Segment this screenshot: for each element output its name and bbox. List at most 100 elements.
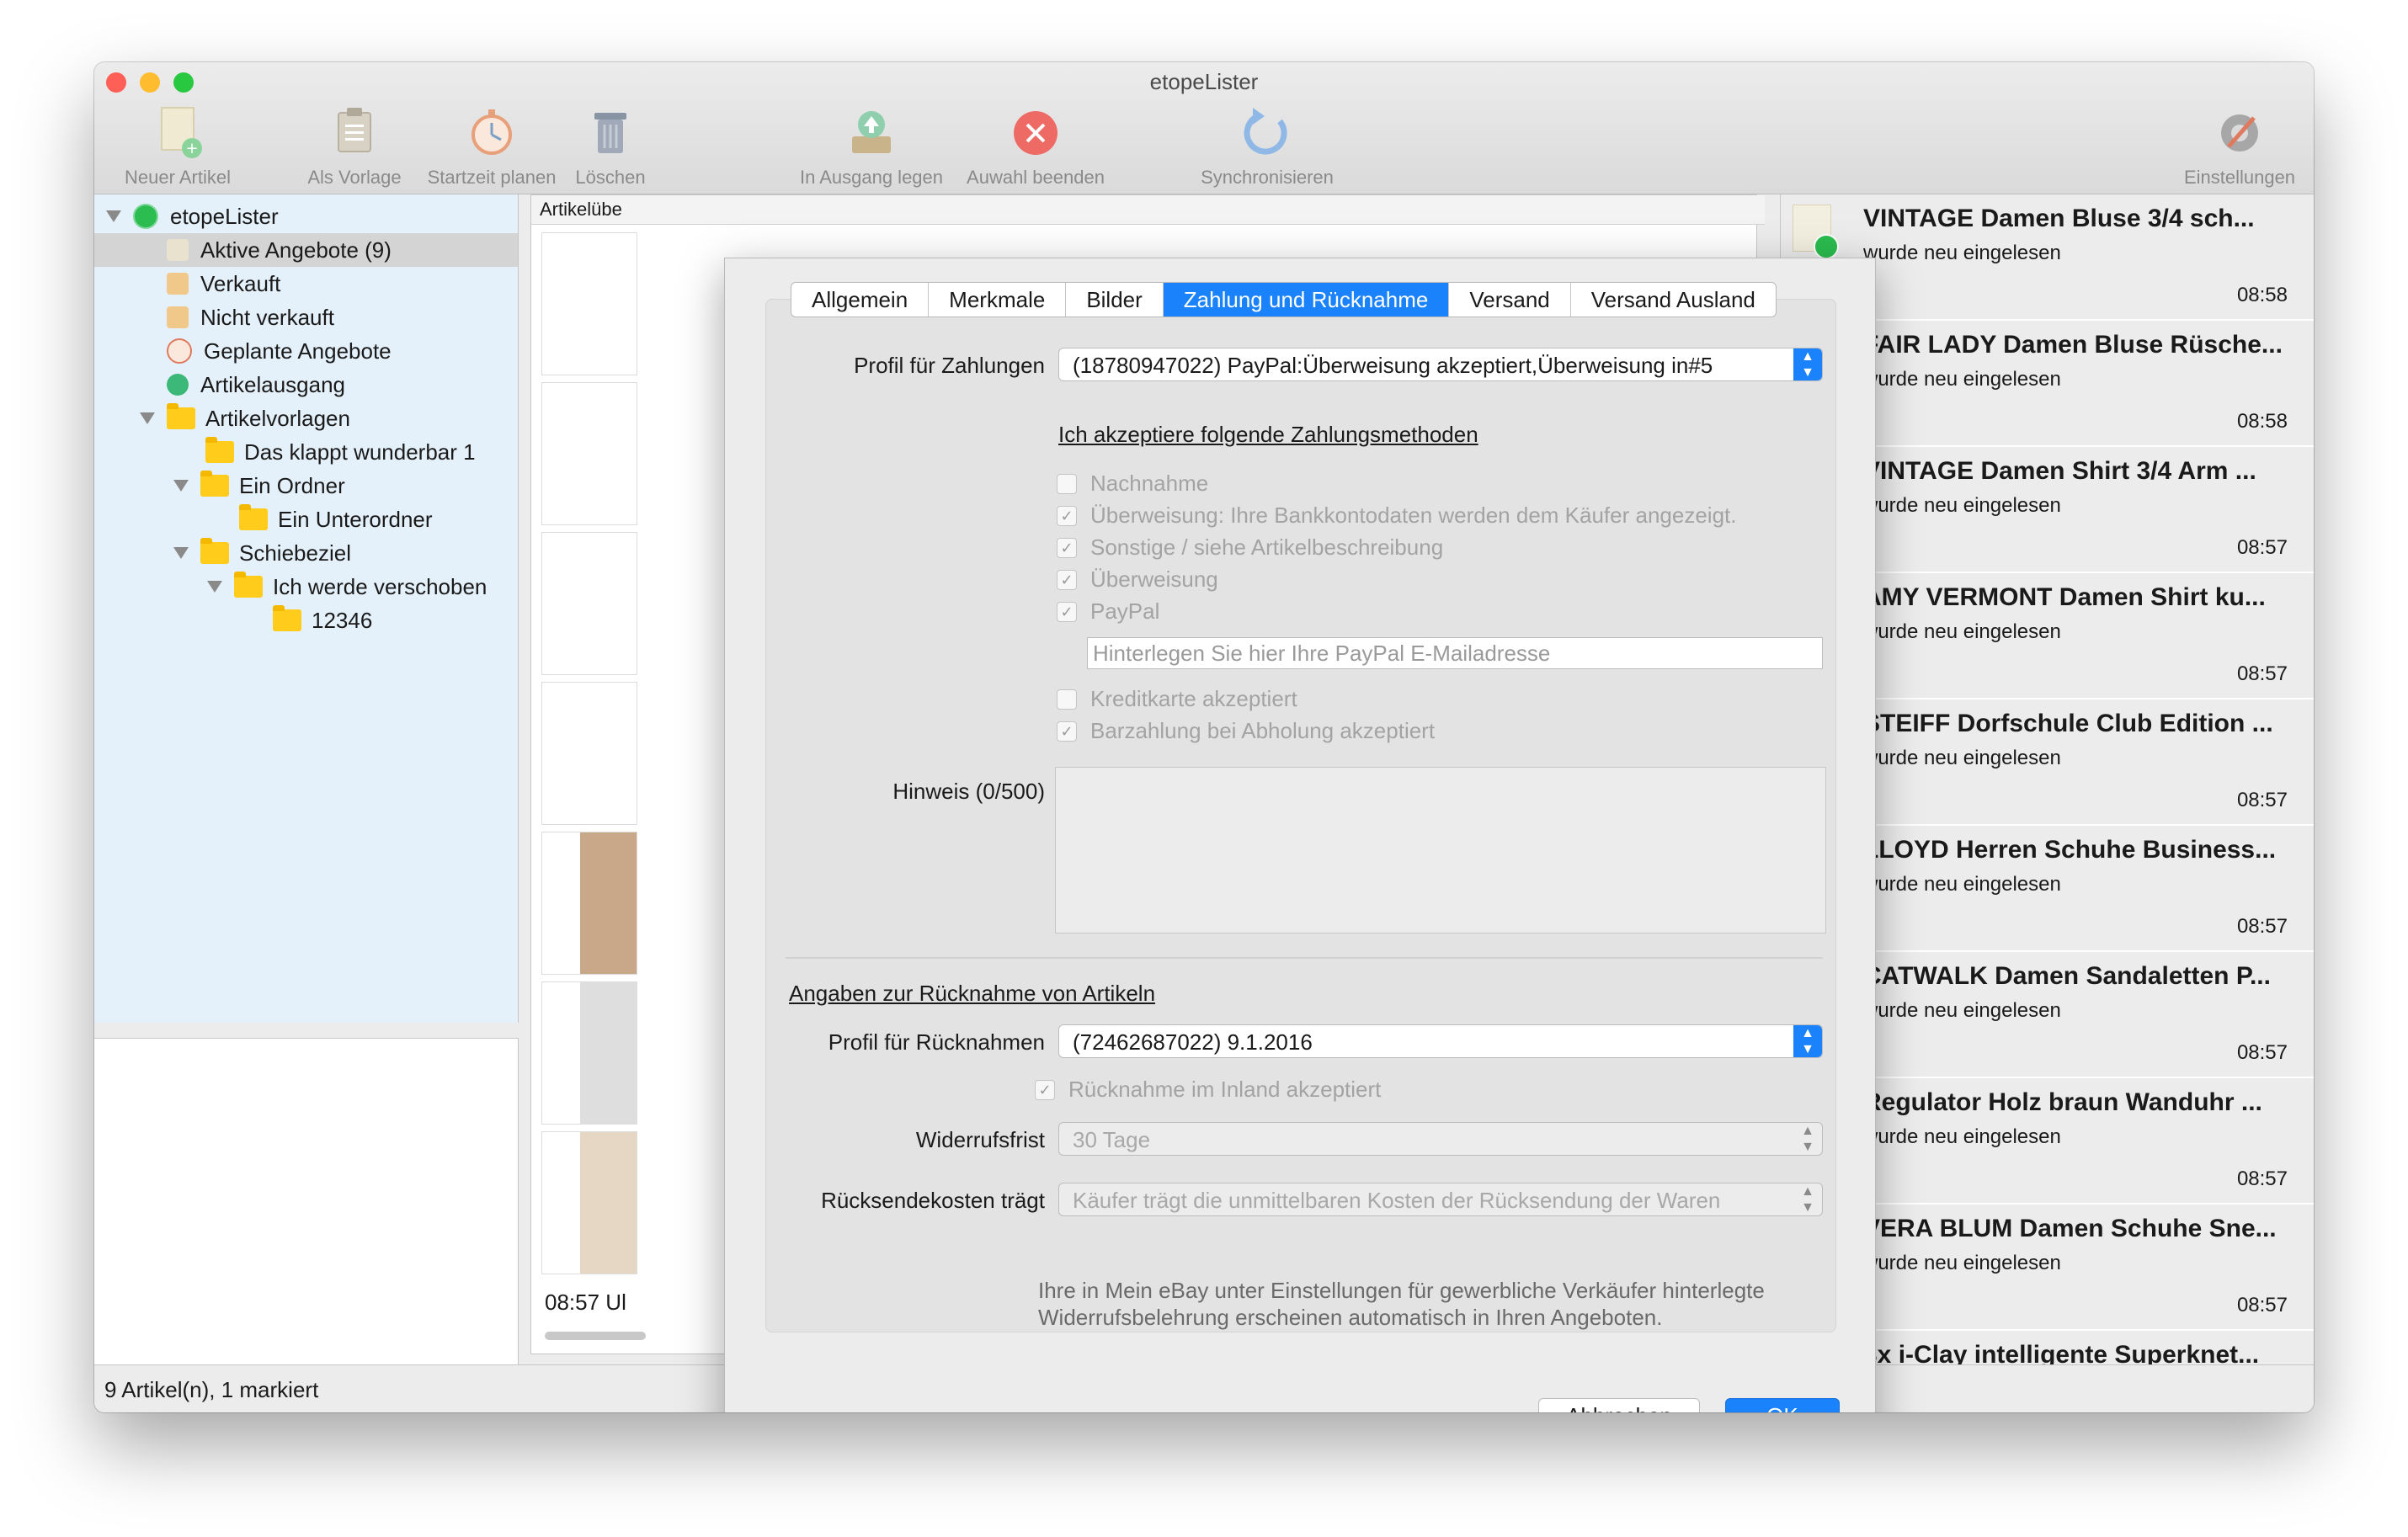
svg-text:+: + — [185, 140, 198, 157]
item-thumbnail[interactable] — [541, 832, 637, 975]
sidebar-item-root[interactable]: etopeLister — [106, 199, 279, 233]
new-item-button[interactable]: + Neuer Artikel — [106, 104, 249, 189]
return-cost-select[interactable]: Käufer trägt die unmittelbaren Kosten de… — [1058, 1183, 1823, 1216]
method-paypal[interactable]: ✓ PayPal — [1057, 598, 1159, 625]
delete-button[interactable]: Löschen — [564, 104, 657, 189]
method-cash-on-delivery[interactable]: Nachnahme — [1057, 471, 1208, 497]
schedule-button[interactable]: Startzeit planen — [418, 104, 566, 189]
sidebar-item-templates[interactable]: Artikelvorlagen — [140, 402, 350, 435]
sidebar-item-label: Das klappt wunderbar 1 — [244, 439, 476, 465]
cancel-circle-icon — [1008, 104, 1063, 163]
checkbox[interactable] — [1057, 689, 1077, 710]
withdrawal-select[interactable]: 30 Tage ▲ ▼ — [1058, 1122, 1823, 1156]
sidebar-item-folder[interactable]: Schiebeziel — [173, 536, 351, 570]
sidebar-item-folder[interactable]: 12346 — [273, 604, 372, 637]
withdrawal-value: 30 Tage — [1073, 1127, 1151, 1152]
payment-profile-select[interactable]: (18780947022) PayPal:Überweisung akzepti… — [1058, 348, 1823, 381]
tab-payment-returns[interactable]: Zahlung und Rücknahme — [1163, 283, 1450, 316]
feed-item-title: FAIR LADY Damen Bluse Rüsche... — [1863, 331, 2283, 359]
method-other[interactable]: ✓ Sonstige / siehe Artikelbeschreibung — [1057, 534, 1443, 561]
sidebar-item-scheduled[interactable]: Geplante Angebote — [167, 334, 392, 368]
tab-attributes[interactable]: Merkmale — [929, 283, 1067, 316]
sidebar-item-folder[interactable]: Ein Ordner — [173, 469, 345, 503]
toolbar: etopeLister + Neuer Artikel Als Vorlage … — [94, 62, 2314, 194]
disclosure-triangle-icon[interactable] — [140, 412, 155, 424]
checkbox-checked[interactable]: ✓ — [1057, 569, 1077, 590]
as-template-button[interactable]: Als Vorlage — [300, 104, 409, 189]
settings-button[interactable]: Einstellungen — [2174, 104, 2305, 189]
new-document-icon: + — [150, 104, 205, 163]
section-divider — [786, 957, 1823, 959]
tab-shipping[interactable]: Versand — [1449, 283, 1571, 316]
sidebar-item-folder[interactable]: Das klappt wunderbar 1 — [205, 435, 476, 469]
folder-icon — [167, 403, 195, 429]
sync-button[interactable]: Synchronisieren — [1179, 104, 1356, 189]
end-selection-button[interactable]: Auwahl beenden — [958, 104, 1113, 189]
sidebar-item-folder[interactable]: Ein Unterordner — [239, 503, 433, 536]
checkbox-checked[interactable]: ✓ — [1057, 601, 1077, 622]
clipboard-icon — [327, 104, 382, 163]
tab-shipping-abroad[interactable]: Versand Ausland — [1571, 283, 1776, 316]
item-thumbnail[interactable] — [541, 1131, 637, 1274]
item-thumbnail[interactable] — [541, 232, 637, 375]
horizontal-scrollbar[interactable] — [545, 1332, 646, 1340]
return-profile-select[interactable]: (72462687022) 9.1.2016 ▲ ▼ — [1058, 1024, 1823, 1058]
return-profile-value: (72462687022) 9.1.2016 — [1073, 1029, 1313, 1055]
paypal-email-input[interactable]: Hinterlegen Sie hier Ihre PayPal E-Maila… — [1087, 637, 1823, 669]
feed-item-title: VINTAGE Damen Shirt 3/4 Arm ... — [1863, 457, 2256, 485]
checkbox-label: Rücknahme im Inland akzeptiert — [1068, 1077, 1382, 1102]
info-icon — [133, 204, 158, 229]
feed-item-time: 08:58 — [2236, 284, 2288, 306]
outbox-button[interactable]: In Ausgang legen — [791, 104, 951, 189]
return-cost-label: Rücksendekosten trägt — [821, 1188, 1045, 1213]
ok-button[interactable]: OK — [1725, 1398, 1840, 1412]
payment-returns-dialog: Allgemein Merkmale Bilder Zahlung und Rü… — [724, 258, 1876, 1412]
new-document-icon — [1793, 205, 1839, 259]
sidebar-item-unsold[interactable]: Nicht verkauft — [167, 300, 334, 334]
outbox-tray-icon — [167, 374, 189, 396]
return-cost-value: Käufer trägt die unmittelbaren Kosten de… — [1073, 1188, 1721, 1213]
sync-arrow-icon — [1239, 104, 1295, 163]
sidebar-item-active-listings[interactable]: Aktive Angebote (9) — [94, 233, 518, 267]
disclosure-triangle-icon[interactable] — [173, 480, 189, 492]
sidebar-item-sold[interactable]: Verkauft — [167, 267, 280, 300]
item-thumbnail[interactable] — [541, 382, 637, 525]
method-cash-pickup[interactable]: ✓ Barzahlung bei Abholung akzeptiert — [1057, 718, 1435, 744]
disclosure-triangle-icon[interactable] — [106, 210, 121, 222]
checkbox[interactable] — [1057, 473, 1077, 494]
tag-icon — [167, 239, 189, 261]
sidebar-item-outbox[interactable]: Artikelausgang — [167, 368, 345, 402]
disclosure-triangle-icon[interactable] — [173, 547, 189, 559]
item-thumbnail[interactable] — [541, 532, 637, 675]
tab-images[interactable]: Bilder — [1066, 283, 1164, 316]
chevron-updown-icon: ▲ ▼ — [1801, 1124, 1814, 1154]
feed-item-title: CATWALK Damen Sandaletten P... — [1863, 962, 2271, 990]
method-bank-transfer[interactable]: ✓ Überweisung — [1057, 566, 1218, 593]
checkbox-checked[interactable]: ✓ — [1035, 1079, 1055, 1100]
checkbox-checked[interactable]: ✓ — [1057, 721, 1077, 742]
settings-label: Einstellungen — [2183, 167, 2296, 188]
checkbox-checked[interactable]: ✓ — [1057, 537, 1077, 558]
sidebar-item-label: Aktive Angebote (9) — [200, 237, 392, 263]
note-textarea[interactable] — [1055, 767, 1826, 933]
method-credit-card[interactable]: Kreditkarte akzeptiert — [1057, 686, 1297, 712]
payment-profile-label: Profil für Zahlungen — [854, 353, 1045, 378]
method-bank-transfer-details[interactable]: ✓ Überweisung: Ihre Bankkontodaten werde… — [1057, 503, 1736, 529]
disclosure-triangle-icon[interactable] — [207, 581, 222, 593]
checkbox-checked[interactable]: ✓ — [1057, 505, 1077, 526]
cancel-button[interactable]: Abbrechen — [1538, 1398, 1700, 1412]
payment-profile-value: (18780947022) PayPal:Überweisung akzepti… — [1073, 353, 1713, 378]
sidebar-detail-pane — [94, 1038, 519, 1365]
checkbox-label: Kreditkarte akzeptiert — [1090, 686, 1297, 711]
checkbox-label: Barzahlung bei Abholung akzeptiert — [1090, 718, 1436, 743]
return-domestic-checkbox-row[interactable]: ✓ Rücknahme im Inland akzeptiert — [1035, 1077, 1381, 1103]
status-text: 9 Artikel(n), 1 markiert — [104, 1377, 319, 1402]
item-thumbnail[interactable] — [541, 981, 637, 1125]
checkbox-label: Sonstige / siehe Artikelbeschreibung — [1090, 534, 1444, 560]
sidebar-item-folder[interactable]: Ich werde verschoben — [207, 570, 487, 604]
list-header[interactable]: Artikelübe — [531, 195, 1765, 225]
tab-bar: Allgemein Merkmale Bilder Zahlung und Rü… — [791, 282, 1777, 317]
item-thumbnail[interactable] — [541, 682, 637, 825]
paypal-email-placeholder: Hinterlegen Sie hier Ihre PayPal E-Maila… — [1093, 641, 1551, 666]
tab-general[interactable]: Allgemein — [791, 283, 930, 316]
